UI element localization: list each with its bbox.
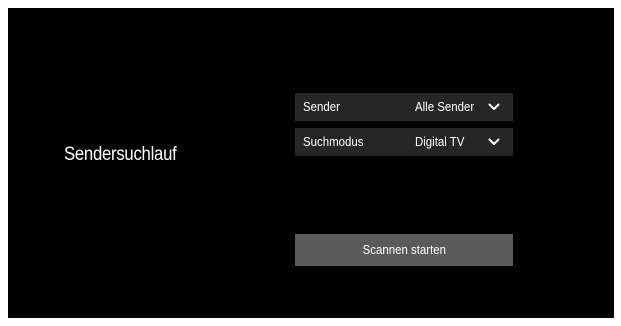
- suchmodus-value: Digital TV: [415, 134, 465, 149]
- page-title: Sendersuchlauf: [64, 144, 177, 165]
- suchmodus-dropdown[interactable]: Suchmodus Digital TV: [295, 128, 513, 156]
- sender-value: Alle Sender: [415, 99, 475, 114]
- sender-label: Sender: [303, 99, 340, 114]
- chevron-down-icon: [488, 138, 500, 145]
- tv-menu-screen: Sendersuchlauf Sender Alle Sender Suchmo…: [8, 8, 614, 318]
- start-scan-label: Scannen starten: [362, 242, 446, 257]
- start-scan-button[interactable]: Scannen starten: [295, 234, 513, 266]
- chevron-down-icon: [488, 103, 500, 110]
- sender-dropdown[interactable]: Sender Alle Sender: [295, 93, 513, 121]
- suchmodus-label: Suchmodus: [303, 134, 364, 149]
